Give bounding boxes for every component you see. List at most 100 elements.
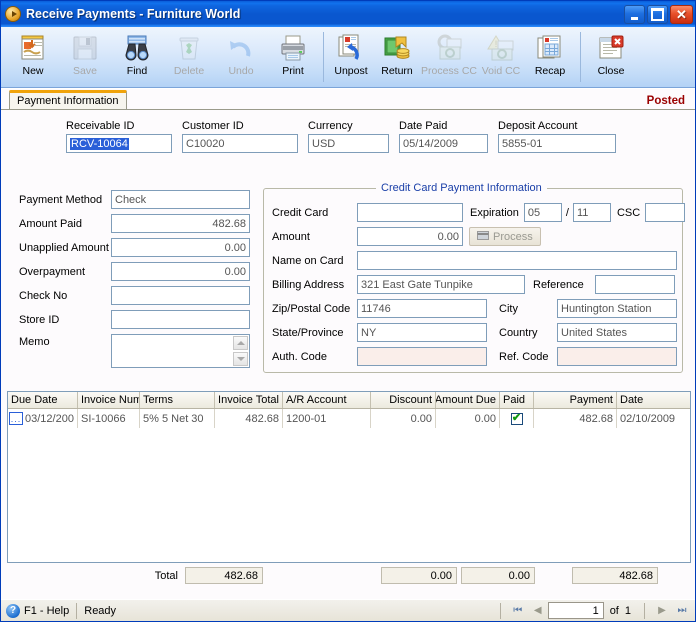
status-separator-2 bbox=[499, 602, 501, 619]
csc-input[interactable] bbox=[645, 203, 686, 222]
grid-header-payment[interactable]: Payment bbox=[534, 392, 617, 408]
toolbar-button-close[interactable]: Close bbox=[585, 30, 637, 85]
grid-cell-invoice-total[interactable]: 482.68 bbox=[215, 409, 283, 428]
grid-header-due-date[interactable]: Due Date bbox=[8, 392, 78, 408]
billing-address-row: Billing Address 321 East Gate Tunpike Re… bbox=[272, 275, 675, 294]
toolbar-button-print[interactable]: Print bbox=[267, 30, 319, 85]
maximize-button[interactable] bbox=[647, 4, 668, 24]
zip-postal-code-input[interactable]: 11746 bbox=[357, 299, 487, 318]
memo-scroll-down-button[interactable] bbox=[233, 352, 248, 366]
store-id-row: Store ID bbox=[19, 310, 250, 329]
store-id-label: Store ID bbox=[19, 313, 60, 326]
ref-code-input bbox=[557, 347, 677, 366]
tab-payment-information[interactable]: Payment Information bbox=[9, 90, 127, 109]
billing-address-input[interactable]: 321 East Gate Tunpike bbox=[357, 275, 525, 294]
overpayment-input[interactable]: 0.00 bbox=[111, 262, 250, 281]
help-label[interactable]: F1 - Help bbox=[24, 605, 69, 617]
check-no-input[interactable] bbox=[111, 286, 250, 305]
first-record-button[interactable]: ⏮ bbox=[508, 602, 528, 620]
previous-record-button[interactable]: ◀ bbox=[528, 602, 548, 620]
expiration-separator: / bbox=[565, 206, 569, 219]
toolbar-label: Recap bbox=[534, 65, 566, 77]
grid-cell-ar-account[interactable]: 1200-01 bbox=[283, 409, 371, 428]
grid-header-terms[interactable]: Terms bbox=[140, 392, 215, 408]
toolbar-button-process-cc[interactable]: Process CC bbox=[420, 30, 478, 85]
grid-cell-invoice-number[interactable]: SI-10066 bbox=[78, 409, 140, 428]
application-window: Receive Payments - Furniture World ✕ New… bbox=[0, 0, 696, 622]
auth-code-row: Auth. Code Ref. Code bbox=[272, 347, 677, 366]
receivable-id-input[interactable]: RCV-10064 bbox=[66, 134, 172, 153]
row-selector-button[interactable]: ... bbox=[9, 412, 23, 425]
toolbar-label: Close bbox=[597, 65, 625, 77]
memo-scroll-up-button[interactable] bbox=[233, 336, 248, 350]
credit-card-input[interactable] bbox=[357, 203, 463, 222]
toolbar-button-void-cc[interactable]: ! Void CC bbox=[478, 30, 524, 85]
chevron-up-icon bbox=[236, 341, 245, 345]
name-on-card-input[interactable] bbox=[357, 251, 677, 270]
toolbar-button-unpost[interactable]: Unpost bbox=[328, 30, 374, 85]
toolbar: New Save Find Delete Undo Print Unpost R… bbox=[1, 27, 695, 88]
grid-header-paid[interactable]: Paid bbox=[500, 392, 534, 408]
payment-method-input[interactable]: Check bbox=[111, 190, 250, 209]
unpost-icon bbox=[336, 33, 366, 63]
grid-header-discount[interactable]: Discount bbox=[371, 392, 436, 408]
unapplied-amount-input[interactable]: 0.00 bbox=[111, 238, 250, 257]
amount-paid-input[interactable]: 482.68 bbox=[111, 214, 250, 233]
invoice-grid[interactable]: Due Date Invoice Numb Terms Invoice Tota… bbox=[7, 391, 691, 563]
grid-cell-payment[interactable]: 482.68 bbox=[534, 409, 617, 428]
grid-header-amount-due[interactable]: Amount Due bbox=[436, 392, 500, 408]
paid-checkbox[interactable]: ✔ bbox=[510, 412, 523, 425]
grid-cell-paid[interactable]: ✔ bbox=[500, 409, 534, 428]
grid-cell-amount-due[interactable]: 0.00 bbox=[436, 409, 500, 428]
reference-input[interactable] bbox=[595, 275, 675, 294]
expiration-year-input[interactable]: 11 bbox=[572, 203, 611, 222]
grid-cell-terms[interactable]: 5% 5 Net 30 bbox=[140, 409, 215, 428]
grid-header-date[interactable]: Date bbox=[617, 392, 690, 408]
grid-cell-due-date[interactable]: ... 03/12/200 bbox=[8, 409, 78, 428]
help-question-icon[interactable]: ? bbox=[6, 603, 20, 618]
city-input[interactable]: Huntington Station bbox=[557, 299, 677, 318]
unapplied-amount-label: Unapplied Amount bbox=[19, 241, 109, 254]
svg-text:!: ! bbox=[495, 39, 498, 49]
tab-strip: Payment Information Posted bbox=[1, 89, 695, 109]
toolbar-button-find[interactable]: Find bbox=[111, 30, 163, 85]
credit-card-panel-legend: Credit Card Payment Information bbox=[376, 182, 547, 194]
country-input[interactable]: United States bbox=[557, 323, 677, 342]
grid-header-ar-account[interactable]: A/R Account bbox=[283, 392, 371, 408]
zip-postal-code-row: Zip/Postal Code 11746 City Huntington St… bbox=[272, 299, 677, 318]
floppy-disk-icon bbox=[70, 33, 100, 63]
cc-amount-input[interactable]: 0.00 bbox=[357, 227, 463, 246]
toolbar-button-save[interactable]: Save bbox=[59, 30, 111, 85]
toolbar-label: Process CC bbox=[420, 65, 477, 77]
toolbar-button-new[interactable]: New bbox=[7, 30, 59, 85]
toolbar-label: Delete bbox=[173, 65, 205, 77]
city-label: City bbox=[499, 302, 518, 315]
next-record-button[interactable]: ▶ bbox=[652, 602, 672, 620]
date-paid-input[interactable]: 05/14/2009 bbox=[399, 134, 488, 153]
expiration-month-input[interactable]: 05 bbox=[523, 203, 562, 222]
auth-code-input bbox=[357, 347, 487, 366]
memo-scroll-spinner[interactable] bbox=[232, 335, 249, 367]
grid-header-invoice-total[interactable]: Invoice Total bbox=[215, 392, 283, 408]
process-button[interactable]: Process bbox=[469, 227, 541, 246]
page-number-input[interactable]: 1 bbox=[547, 602, 604, 619]
customer-id-input[interactable]: C10020 bbox=[182, 134, 298, 153]
currency-input[interactable]: USD bbox=[308, 134, 389, 153]
last-record-button[interactable]: ⏭ bbox=[672, 602, 692, 620]
close-button[interactable]: ✕ bbox=[670, 4, 693, 24]
toolbar-button-delete[interactable]: Delete bbox=[163, 30, 215, 85]
store-id-input[interactable] bbox=[111, 310, 250, 329]
table-row[interactable]: ... 03/12/200 SI-10066 5% 5 Net 30 482.6… bbox=[8, 409, 690, 428]
toolbar-button-recap[interactable]: Recap bbox=[524, 30, 576, 85]
page-of-label: of bbox=[609, 604, 619, 617]
toolbar-button-return[interactable]: Return bbox=[374, 30, 420, 85]
memo-input[interactable] bbox=[111, 334, 250, 368]
check-no-row: Check No bbox=[19, 286, 250, 305]
toolbar-button-undo[interactable]: Undo bbox=[215, 30, 267, 85]
grid-cell-discount[interactable]: 0.00 bbox=[371, 409, 436, 428]
grid-cell-date[interactable]: 02/10/2009 bbox=[617, 409, 690, 428]
state-province-input[interactable]: NY bbox=[357, 323, 487, 342]
minimize-button[interactable] bbox=[624, 4, 645, 24]
deposit-account-input[interactable]: 5855-01 bbox=[498, 134, 616, 153]
grid-header-invoice-number[interactable]: Invoice Numb bbox=[78, 392, 140, 408]
